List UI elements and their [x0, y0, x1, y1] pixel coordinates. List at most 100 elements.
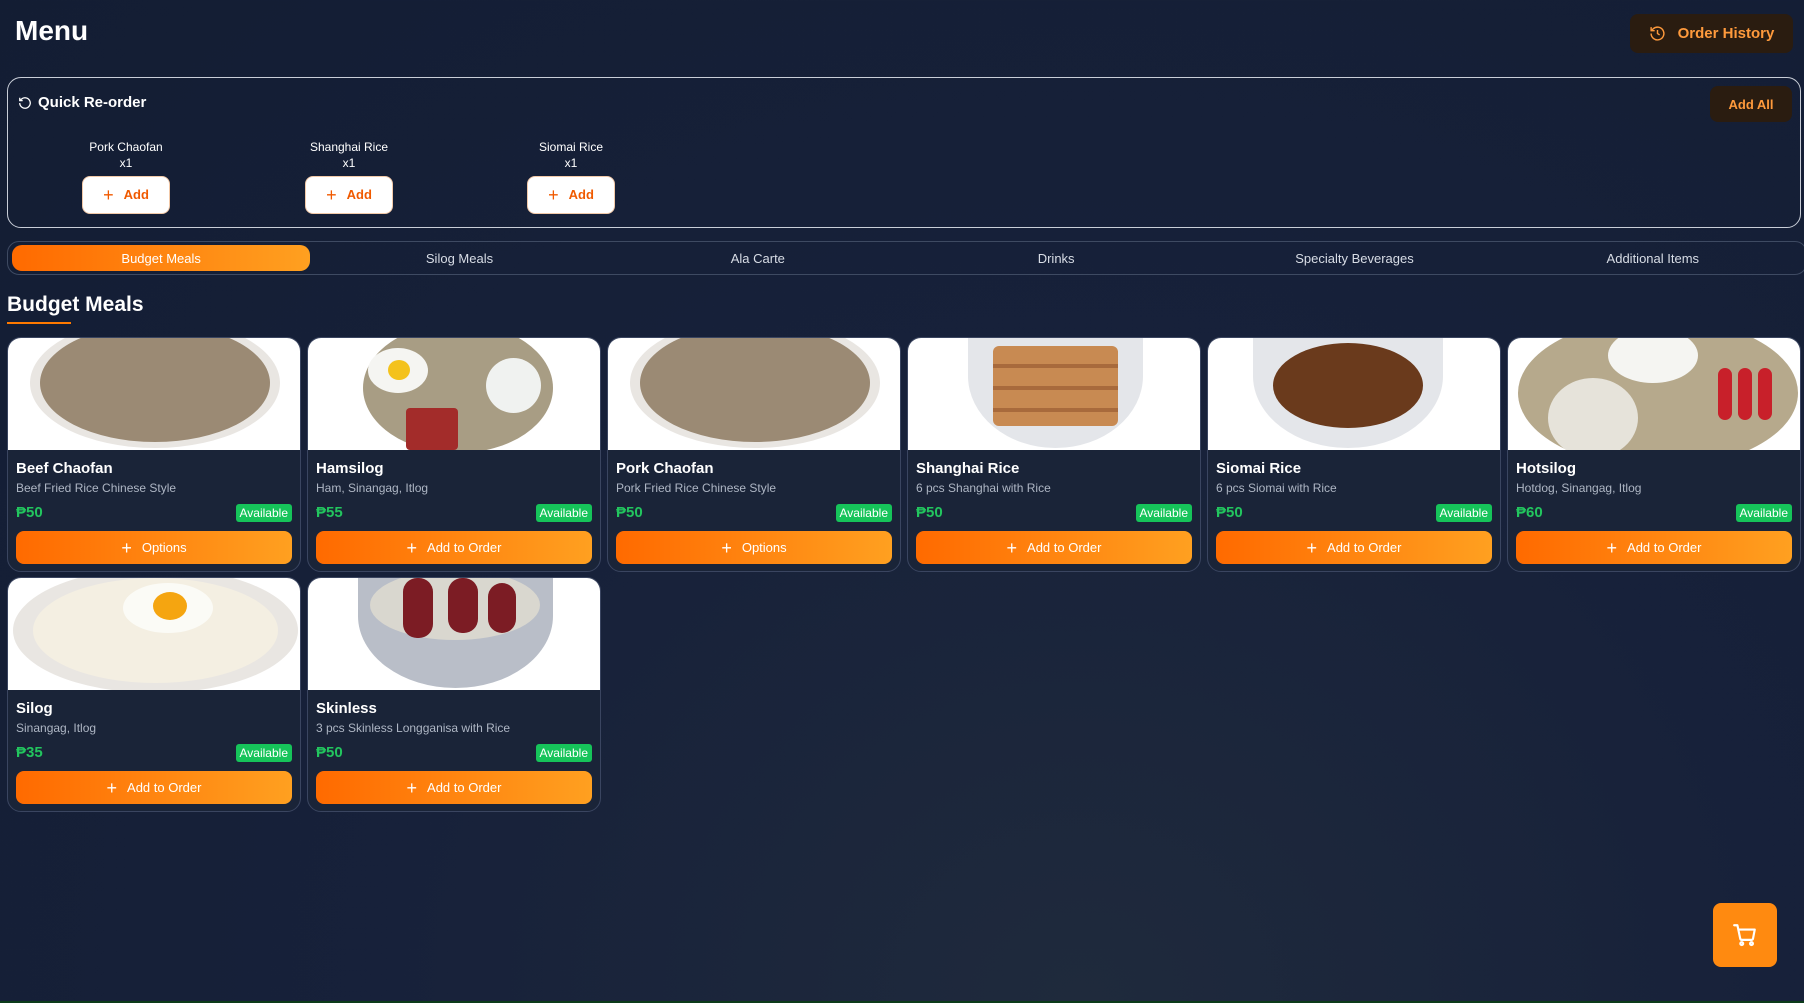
quick-reorder-item: Pork Chaofan x1 + Add — [76, 139, 176, 214]
product-price: ₱50 — [916, 504, 943, 521]
plus-icon: + — [1306, 537, 1318, 558]
product-name: Siomai Rice — [1216, 460, 1302, 477]
button-label: Add to Order — [427, 540, 502, 555]
product-name: Hotsilog — [1516, 460, 1576, 477]
quick-add-label: Add — [123, 187, 149, 202]
plus-icon: + — [106, 777, 118, 798]
refresh-icon — [19, 96, 31, 109]
tab-budget-meals[interactable]: Budget Meals — [12, 245, 311, 271]
status-badge: Available — [1735, 504, 1792, 522]
tab-additional-items[interactable]: Additional Items — [1504, 245, 1802, 271]
product-image — [908, 338, 1200, 450]
order-history-label: Order History — [1677, 25, 1775, 42]
plus-icon: + — [406, 777, 418, 798]
quick-item-name: Shanghai Rice — [309, 140, 389, 154]
add-to-order-button[interactable]: + Add to Order — [16, 771, 292, 804]
product-description: Pork Fried Rice Chinese Style — [616, 481, 777, 495]
add-to-order-button[interactable]: + Add to Order — [316, 771, 592, 804]
quick-item-qty: x1 — [119, 156, 133, 170]
product-price: ₱55 — [316, 504, 343, 521]
add-to-order-button[interactable]: + Add to Order — [1516, 531, 1792, 564]
status-badge: Available — [1435, 504, 1492, 522]
history-icon — [1650, 26, 1665, 41]
product-name: Silog — [16, 700, 53, 717]
cart-icon — [1733, 924, 1756, 947]
quick-item-qty: x1 — [342, 156, 356, 170]
tab-drinks[interactable]: Drinks — [907, 245, 1205, 271]
add-to-order-button[interactable]: + Add to Order — [916, 531, 1192, 564]
product-image — [608, 338, 900, 450]
product-description: 6 pcs Shanghai with Rice — [916, 481, 1051, 495]
product-card: Silog Sinangag, Itlog ₱35 Available + Add… — [7, 577, 301, 812]
plus-icon: + — [1006, 537, 1018, 558]
options-button[interactable]: + Options — [616, 531, 892, 564]
plus-icon: + — [121, 537, 132, 558]
add-all-button[interactable]: Add All — [1710, 86, 1792, 122]
quick-reorder-item: Siomai Rice x1 + Add — [521, 139, 621, 214]
section-title: Budget Meals — [7, 293, 144, 316]
status-badge: Available — [835, 504, 892, 522]
tab-silog-meals[interactable]: Silog Meals — [310, 245, 608, 271]
options-button[interactable]: + Options — [16, 531, 292, 564]
quick-item-qty: x1 — [564, 156, 578, 170]
product-price: ₱50 — [1216, 504, 1243, 521]
button-label: Add to Order — [427, 780, 502, 795]
product-description: Beef Fried Rice Chinese Style — [16, 481, 177, 495]
button-label: Add to Order — [1027, 540, 1102, 555]
status-badge: Available — [1135, 504, 1192, 522]
product-name: Pork Chaofan — [616, 460, 714, 477]
product-image — [308, 338, 600, 450]
quick-add-label: Add — [346, 187, 372, 202]
quick-reorder-item: Shanghai Rice x1 + Add — [299, 139, 399, 214]
product-card: Skinless 3 pcs Skinless Longganisa with … — [307, 577, 601, 812]
product-description: Ham, Sinangag, Itlog — [316, 481, 429, 495]
button-label: Options — [141, 540, 187, 555]
page-title: Menu — [15, 15, 89, 46]
product-image — [8, 578, 300, 690]
plus-icon: + — [548, 185, 559, 205]
product-image — [1208, 338, 1500, 450]
product-name: Shanghai Rice — [916, 460, 1020, 477]
category-tabs: Budget Meals Silog Meals Ala Carte Drink… — [7, 241, 1804, 275]
product-name: Beef Chaofan — [16, 460, 113, 477]
product-card: Beef Chaofan Beef Fried Rice Chinese Sty… — [7, 337, 301, 572]
tab-specialty-beverages[interactable]: Specialty Beverages — [1205, 245, 1503, 271]
cart-button[interactable] — [1713, 903, 1777, 967]
status-badge: Available — [535, 504, 592, 522]
quick-add-button[interactable]: + Add — [527, 176, 615, 214]
order-history-button[interactable]: Order History — [1630, 14, 1793, 53]
product-price: ₱50 — [316, 744, 343, 761]
quick-add-button[interactable]: + Add — [305, 176, 393, 214]
product-price: ₱35 — [16, 744, 43, 761]
quick-add-label: Add — [568, 187, 594, 202]
plus-icon: + — [1606, 537, 1618, 558]
product-price: ₱60 — [1516, 504, 1543, 521]
section-underline — [7, 322, 71, 324]
status-badge: Available — [235, 504, 292, 522]
product-price: ₱50 — [16, 504, 43, 521]
quick-add-button[interactable]: + Add — [82, 176, 170, 214]
button-label: Add to Order — [127, 780, 202, 795]
quick-reorder-title-text: Quick Re-order — [38, 94, 147, 111]
product-description: Sinangag, Itlog — [16, 721, 97, 735]
product-image — [1508, 338, 1800, 450]
product-name: Skinless — [316, 700, 377, 717]
add-to-order-button[interactable]: + Add to Order — [1216, 531, 1492, 564]
product-description: 6 pcs Siomai with Rice — [1216, 481, 1337, 495]
product-card: Pork Chaofan Pork Fried Rice Chinese Sty… — [607, 337, 901, 572]
button-label: Options — [741, 540, 787, 555]
quick-item-name: Siomai Rice — [538, 140, 604, 154]
tab-ala-carte[interactable]: Ala Carte — [609, 245, 907, 271]
plus-icon: + — [406, 537, 418, 558]
add-to-order-button[interactable]: + Add to Order — [316, 531, 592, 564]
product-description: Hotdog, Sinangag, Itlog — [1516, 481, 1642, 495]
quick-reorder-title: Quick Re-order — [18, 94, 146, 111]
quick-item-name: Pork Chaofan — [89, 140, 163, 154]
plus-icon: + — [721, 537, 732, 558]
quick-reorder-panel: Quick Re-order Add All Pork Chaofan x1 +… — [7, 77, 1801, 228]
product-price: ₱50 — [616, 504, 643, 521]
status-badge: Available — [535, 744, 592, 762]
product-description: 3 pcs Skinless Longganisa with Rice — [316, 721, 511, 735]
product-image — [308, 578, 600, 690]
product-card: Siomai Rice 6 pcs Siomai with Rice ₱50 A… — [1207, 337, 1501, 572]
